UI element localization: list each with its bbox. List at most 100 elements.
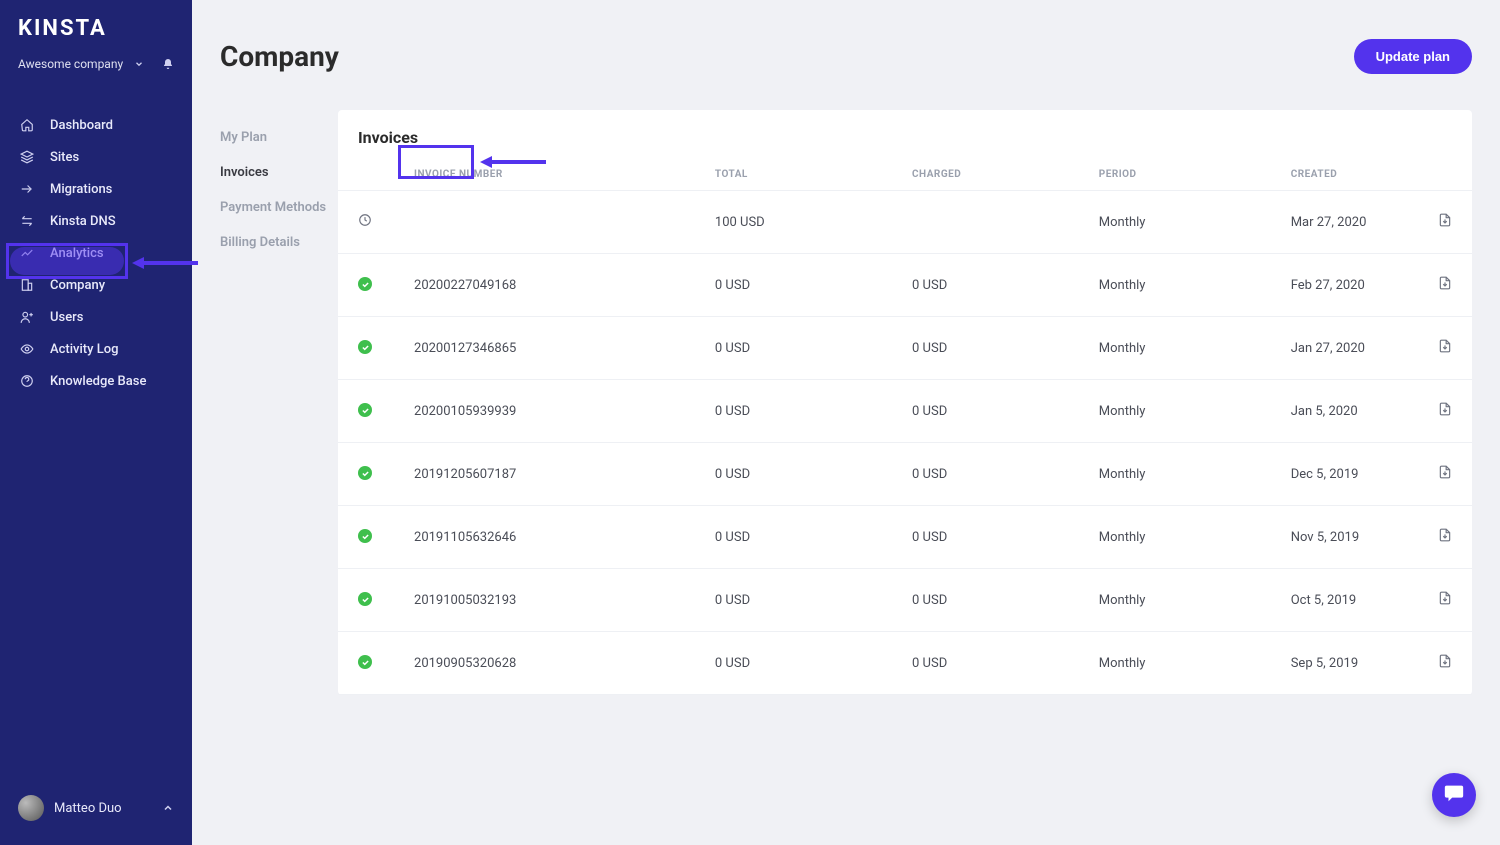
cell-download <box>1416 569 1472 632</box>
avatar <box>18 795 44 821</box>
cell-total: 0 USD <box>695 380 892 443</box>
subnav-billing-details[interactable]: Billing Details <box>220 225 328 260</box>
download-icon[interactable] <box>1438 402 1452 416</box>
table-row[interactable]: 100 USD MonthlyMar 27, 2020 <box>338 191 1472 254</box>
cell-invoice-number <box>394 191 695 254</box>
cell-created: Mar 27, 2020 <box>1271 191 1416 254</box>
download-icon[interactable] <box>1438 339 1452 353</box>
cell-period: Monthly <box>1079 569 1271 632</box>
sidebar-item-label: Dashboard <box>50 118 113 133</box>
cell-download <box>1416 317 1472 380</box>
download-icon[interactable] <box>1438 528 1452 542</box>
cell-created: Sep 5, 2019 <box>1271 632 1416 695</box>
col-download <box>1416 159 1472 191</box>
bell-icon[interactable] <box>162 58 174 70</box>
check-icon <box>358 655 372 669</box>
subnav-payment-methods[interactable]: Payment Methods <box>220 190 328 225</box>
cell-created: Jan 5, 2020 <box>1271 380 1416 443</box>
cell-total: 0 USD <box>695 317 892 380</box>
table-row[interactable]: 202001059399390 USD0 USDMonthlyJan 5, 20… <box>338 380 1472 443</box>
cell-created: Nov 5, 2019 <box>1271 506 1416 569</box>
update-plan-button[interactable]: Update plan <box>1354 39 1472 74</box>
table-row[interactable]: 201910050321930 USD0 USDMonthlyOct 5, 20… <box>338 569 1472 632</box>
cell-download <box>1416 632 1472 695</box>
cell-charged: 0 USD <box>892 254 1079 317</box>
cell-status <box>338 380 394 443</box>
cell-created: Oct 5, 2019 <box>1271 569 1416 632</box>
cell-charged: 0 USD <box>892 317 1079 380</box>
col-period: PERIOD <box>1079 159 1271 191</box>
check-icon <box>358 592 372 606</box>
house-icon <box>18 116 36 134</box>
sidebar-item-label: Users <box>50 310 83 325</box>
subnav-my-plan[interactable]: My Plan <box>220 120 328 155</box>
col-total: TOTAL <box>695 159 892 191</box>
chat-icon <box>1443 782 1465 808</box>
download-icon[interactable] <box>1438 276 1452 290</box>
cell-download <box>1416 254 1472 317</box>
chevron-up-icon <box>162 802 174 814</box>
table-row[interactable]: 201911056326460 USD0 USDMonthlyNov 5, 20… <box>338 506 1472 569</box>
cell-download <box>1416 443 1472 506</box>
cell-period: Monthly <box>1079 191 1271 254</box>
sidebar-item-analytics[interactable]: Analytics <box>0 237 192 269</box>
sidebar-item-knowledge[interactable]: Knowledge Base <box>0 365 192 397</box>
building-icon <box>18 276 36 294</box>
cell-charged: 0 USD <box>892 506 1079 569</box>
sidebar-item-migrations[interactable]: Migrations <box>0 173 192 205</box>
content-row: My Plan Invoices Payment Methods Billing… <box>192 80 1500 695</box>
sidebar-item-sites[interactable]: Sites <box>0 141 192 173</box>
stack-icon <box>18 148 36 166</box>
download-icon[interactable] <box>1438 465 1452 479</box>
table-header-row: INVOICE NUMBER TOTAL CHARGED PERIOD CREA… <box>338 159 1472 191</box>
cell-status <box>338 569 394 632</box>
cell-download <box>1416 380 1472 443</box>
table-row[interactable]: 201912056071870 USD0 USDMonthlyDec 5, 20… <box>338 443 1472 506</box>
download-icon[interactable] <box>1438 213 1452 227</box>
cell-total: 0 USD <box>695 254 892 317</box>
cell-total: 100 USD <box>695 191 892 254</box>
table-row[interactable]: 202002270491680 USD0 USDMonthlyFeb 27, 2… <box>338 254 1472 317</box>
col-charged: CHARGED <box>892 159 1079 191</box>
sidebar-item-label: Analytics <box>50 246 104 261</box>
sidebar-item-company[interactable]: Company <box>0 269 192 301</box>
table-row[interactable]: 201909053206280 USD0 USDMonthlySep 5, 20… <box>338 632 1472 695</box>
check-icon <box>358 340 372 354</box>
company-selector[interactable]: Awesome company <box>0 47 192 89</box>
subnav-invoices[interactable]: Invoices <box>220 155 328 190</box>
sidebar-item-label: Activity Log <box>50 342 119 357</box>
cell-period: Monthly <box>1079 380 1271 443</box>
table-row[interactable]: 202001273468650 USD0 USDMonthlyJan 27, 2… <box>338 317 1472 380</box>
cell-total: 0 USD <box>695 569 892 632</box>
cell-charged: 0 USD <box>892 569 1079 632</box>
user-footer[interactable]: Matteo Duo <box>0 781 192 845</box>
check-icon <box>358 277 372 291</box>
col-status <box>338 159 394 191</box>
sidebar-item-activity[interactable]: Activity Log <box>0 333 192 365</box>
cell-status <box>338 254 394 317</box>
sidebar-item-users[interactable]: Users <box>0 301 192 333</box>
company-subnav: My Plan Invoices Payment Methods Billing… <box>220 110 328 695</box>
cell-status <box>338 191 394 254</box>
cell-status <box>338 443 394 506</box>
sidebar-item-dashboard[interactable]: Dashboard <box>0 109 192 141</box>
eye-icon <box>18 340 36 358</box>
cell-period: Monthly <box>1079 317 1271 380</box>
check-icon <box>358 466 372 480</box>
sidebar-item-dns[interactable]: Kinsta DNS <box>0 205 192 237</box>
chat-launcher[interactable] <box>1432 773 1476 817</box>
cell-invoice-number: 20191205607187 <box>394 443 695 506</box>
download-icon[interactable] <box>1438 591 1452 605</box>
clock-icon <box>358 213 372 227</box>
cell-invoice-number: 20191005032193 <box>394 569 695 632</box>
company-name: Awesome company <box>18 57 128 71</box>
download-icon[interactable] <box>1438 654 1452 668</box>
cell-status <box>338 632 394 695</box>
help-icon <box>18 372 36 390</box>
dns-icon <box>18 212 36 230</box>
users-icon <box>18 308 36 326</box>
col-invoice-number: INVOICE NUMBER <box>394 159 695 191</box>
invoices-table: INVOICE NUMBER TOTAL CHARGED PERIOD CREA… <box>338 159 1472 695</box>
cell-download <box>1416 506 1472 569</box>
sidebar-item-label: Sites <box>50 150 79 165</box>
